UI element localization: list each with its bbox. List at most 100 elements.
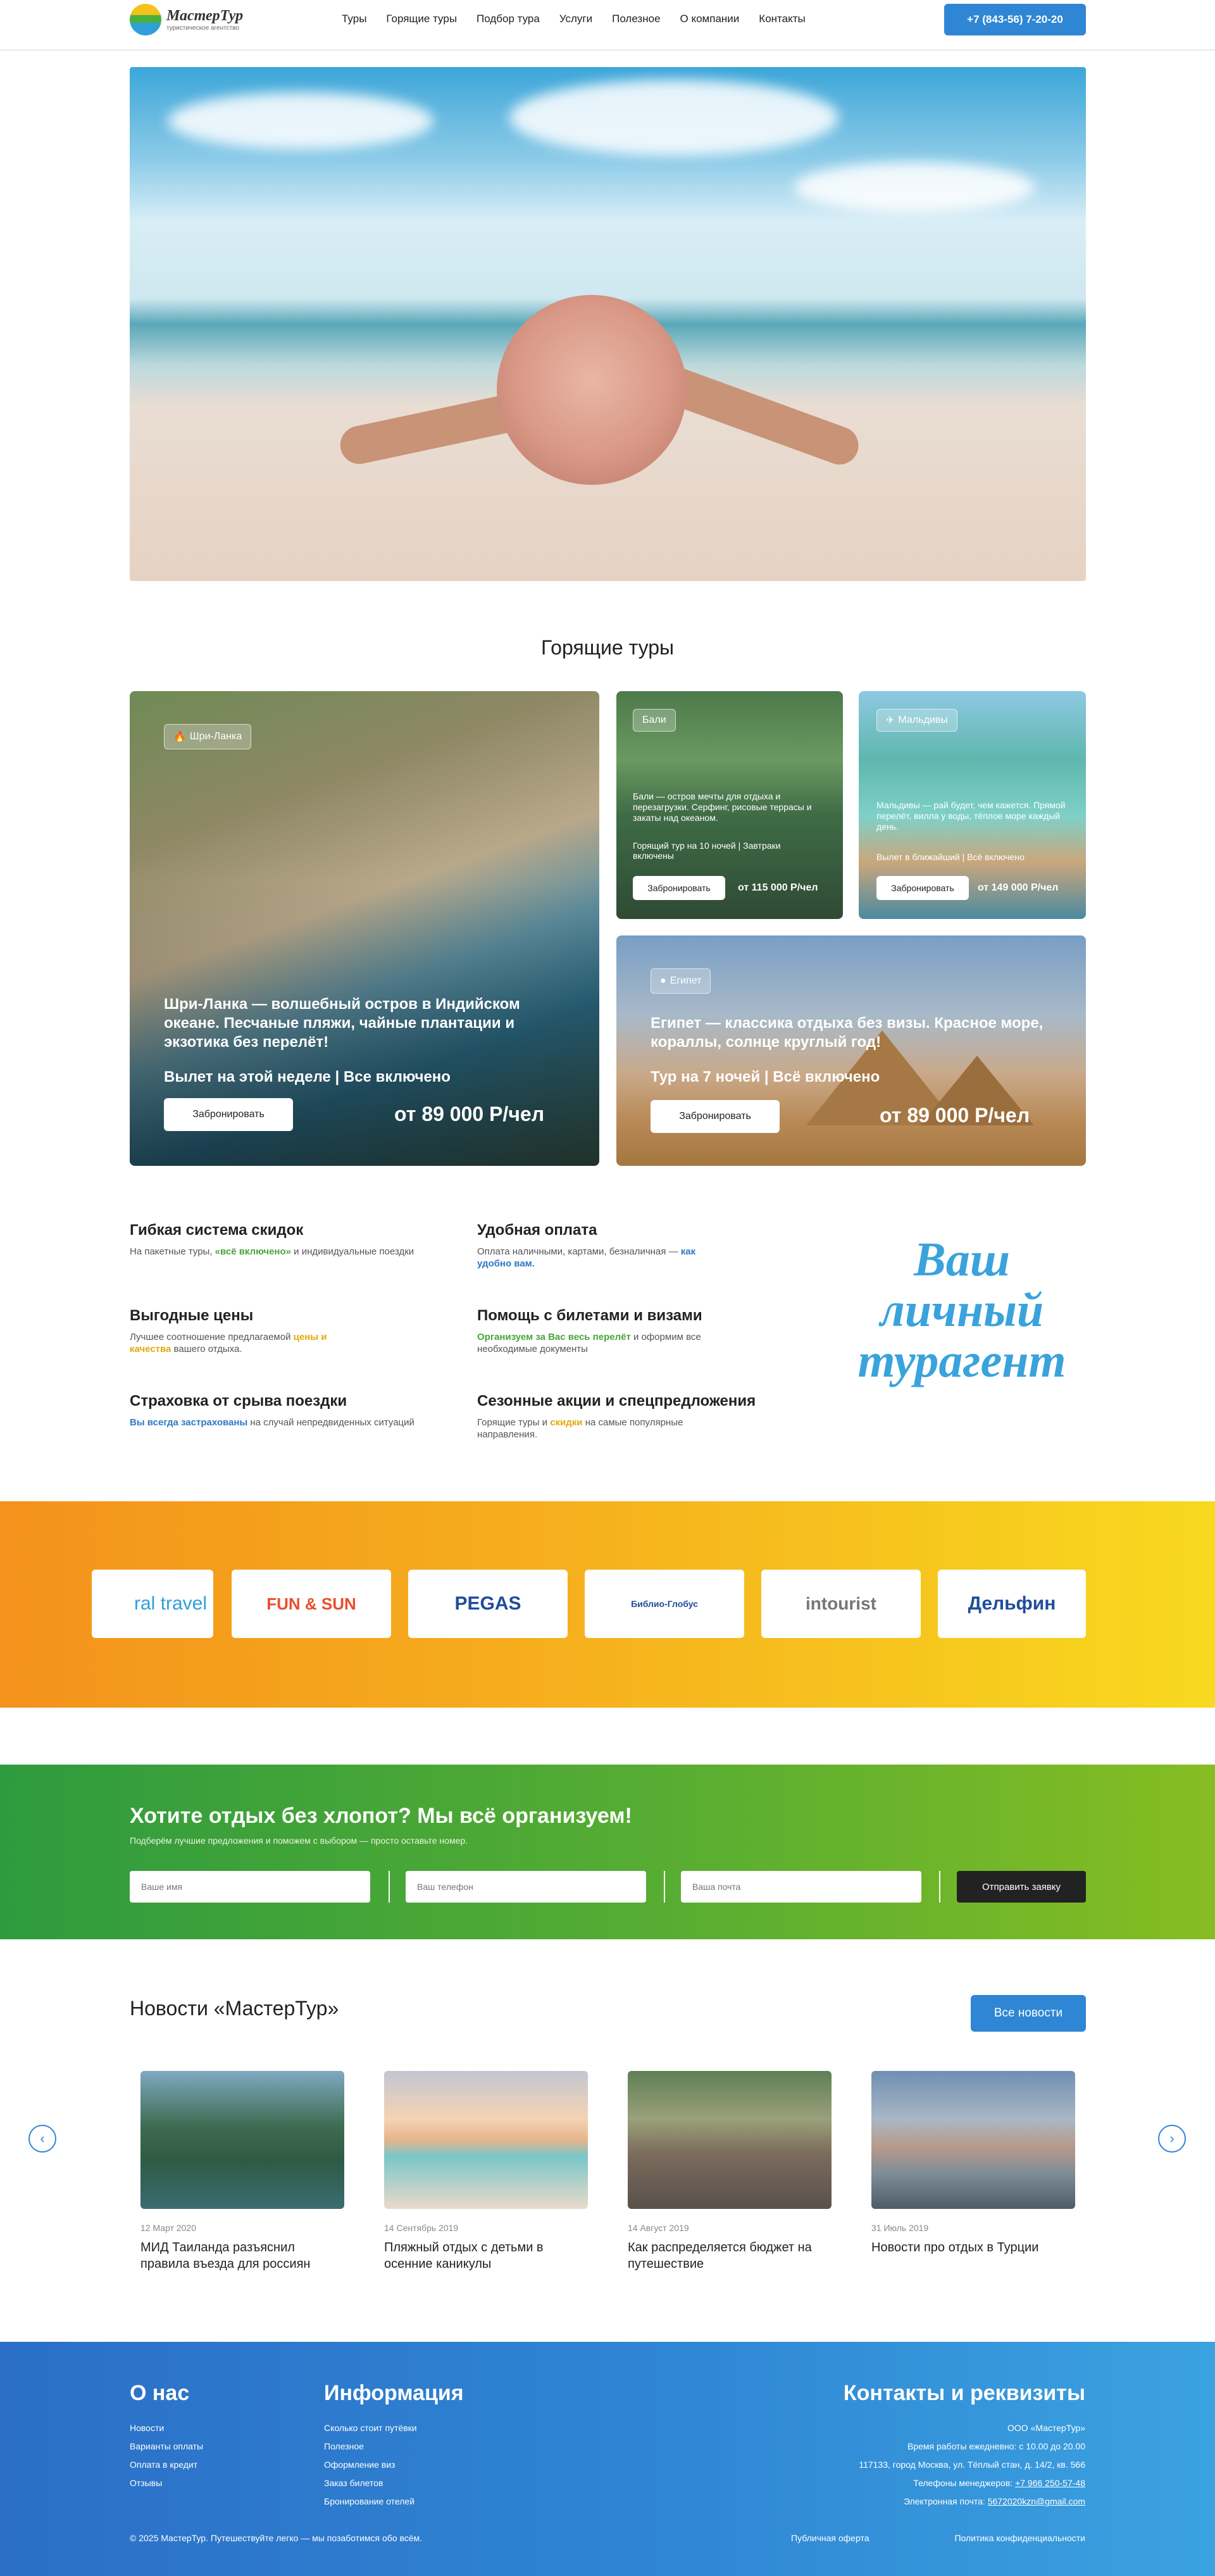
sun-hat-shape xyxy=(497,295,687,485)
footer-link[interactable]: Отзывы xyxy=(130,2474,203,2492)
badge-maldives: ✈ Мальдивы xyxy=(876,709,957,732)
book-button[interactable]: Забронировать xyxy=(651,1100,780,1133)
footer-link[interactable]: Оплата в кредит xyxy=(130,2456,203,2474)
book-button[interactable]: Забронировать xyxy=(164,1098,293,1131)
logo-mark-icon xyxy=(130,4,161,35)
agent-line: турагент xyxy=(857,1334,1066,1387)
nav-item-tours[interactable]: Туры xyxy=(342,13,366,25)
footer-link[interactable]: Полезное xyxy=(324,2437,417,2456)
news-card[interactable]: 31 Июль 2019 Новости про отдых в Турции xyxy=(871,2071,1075,2256)
nav-item-tour-selection[interactable]: Подбор тура xyxy=(477,13,540,25)
arrow-left-icon[interactable]: ‹ xyxy=(28,2125,56,2153)
agent-line: личный xyxy=(880,1284,1044,1337)
feature-highlight: «всё включено» xyxy=(215,1246,291,1257)
footer-info-title: Информация xyxy=(324,2381,464,2405)
name-input[interactable] xyxy=(130,1871,370,1903)
nav-item-useful[interactable]: Полезное xyxy=(612,13,660,25)
feature-text-part: На пакетные туры, xyxy=(130,1246,215,1257)
tour-card-egypt[interactable]: ● Египет Египет — классика отдыха без ви… xyxy=(616,935,1086,1166)
partner-logo[interactable]: Дельфин xyxy=(938,1570,1086,1638)
partners-band: ral travel FUN & SUN PEGAS Библио-Глобус… xyxy=(0,1501,1215,1708)
phone-link[interactable]: +7 966 250-57-48 xyxy=(1015,2478,1085,2488)
feature-text: На пакетные туры, «всё включено» и индив… xyxy=(130,1246,414,1258)
book-button[interactable]: Забронировать xyxy=(876,876,969,900)
nav-item-contacts[interactable]: Контакты xyxy=(759,13,805,25)
badge-bali: Бали xyxy=(633,709,676,732)
badge-label: Бали xyxy=(642,715,666,725)
feature-text: Организуем за Вас весь перелёт и оформим… xyxy=(477,1331,756,1355)
email-input[interactable] xyxy=(681,1871,921,1903)
tour-description: Египет — классика отдыха без визы. Красн… xyxy=(651,1015,1044,1051)
feature-highlight: Организуем за Вас весь перелёт xyxy=(477,1332,631,1342)
logo[interactable]: МастерТур туристическое агентство xyxy=(130,4,243,35)
feature-text-part: вашего отдыха. xyxy=(171,1344,242,1354)
footer-about-title: О нас xyxy=(130,2381,190,2405)
feature-text: Горящие туры и скидки на самые популярны… xyxy=(477,1416,730,1441)
news-title-link[interactable]: Как распределяется бюджет на путешествие xyxy=(628,2239,832,2272)
partner-logo[interactable]: Библио-Глобус xyxy=(585,1570,744,1638)
news-card[interactable]: 12 Март 2020 МИД Таиланда разъяснил прав… xyxy=(140,2071,344,2272)
badge-srilanka: 🔥 Шри-Ланка xyxy=(164,724,252,749)
feature-text-part: на случай непредвиденных ситуаций xyxy=(247,1417,414,1428)
nav-item-about[interactable]: О компании xyxy=(680,13,740,25)
news-title-link[interactable]: МИД Таиланда разъяснил правила въезда дл… xyxy=(140,2239,344,2272)
news-date: 14 Сентябрь 2019 xyxy=(384,2223,459,2233)
partner-logo[interactable]: ral travel xyxy=(92,1570,213,1638)
feature-title: Удобная оплата xyxy=(477,1222,597,1239)
phone-button[interactable]: +7 (843-56) 7-20-20 xyxy=(944,4,1086,35)
news-title: Новости «МастерТур» xyxy=(130,1997,339,2020)
tour-price: от 89 000 Р/чел xyxy=(880,1104,1030,1127)
company-name: ООО «МастерТур» xyxy=(1007,2423,1085,2433)
tour-meta: Вылет в ближайший | Всё включено xyxy=(876,852,1025,862)
partner-logo[interactable]: PEGAS xyxy=(408,1570,568,1638)
all-news-button[interactable]: Все новости xyxy=(971,1995,1086,2032)
logo-name: МастерТур xyxy=(166,8,244,24)
divider xyxy=(939,1871,940,1903)
partner-logo[interactable]: FUN & SUN xyxy=(232,1570,391,1638)
partner-logo[interactable]: intourist xyxy=(761,1570,921,1638)
email-label: Электронная почта: xyxy=(903,2496,988,2506)
footer-contacts: ООО «МастерТур» Время работы ежедневно: … xyxy=(859,2419,1085,2511)
hero-image xyxy=(130,67,1086,581)
send-request-button[interactable]: Отправить заявку xyxy=(957,1871,1086,1903)
privacy-policy-link[interactable]: Политика конфиденциальности xyxy=(954,2533,1085,2543)
footer-link[interactable]: Варианты оплаты xyxy=(130,2437,203,2456)
tour-card-bali[interactable]: Бали Бали — остров мечты для отдыха и пе… xyxy=(616,691,843,919)
news-card[interactable]: 14 Август 2019 Как распределяется бюджет… xyxy=(628,2071,832,2272)
tour-card-maldives[interactable]: ✈ Мальдивы Мальдивы — рай будет, чем каж… xyxy=(859,691,1086,919)
plane-icon: ✈ xyxy=(886,715,895,726)
email-row: Электронная почта: 5672020kzn@gmail.com xyxy=(859,2492,1085,2511)
email-link[interactable]: 5672020kzn@gmail.com xyxy=(988,2496,1085,2506)
agent-line: Ваш xyxy=(914,1233,1010,1286)
footer-link[interactable]: Новости xyxy=(130,2419,203,2437)
feature-text-part: и индивидуальные поездки xyxy=(291,1246,414,1257)
feature-text-part: Лучшее соотношение предлагаемой xyxy=(130,1332,294,1342)
site-footer: О нас Новости Варианты оплаты Оплата в к… xyxy=(0,2342,1215,2576)
phone-input[interactable] xyxy=(406,1871,646,1903)
public-offer-link[interactable]: Публичная оферта xyxy=(791,2533,869,2543)
nav-item-services[interactable]: Услуги xyxy=(559,13,592,25)
arrow-right-icon[interactable]: › xyxy=(1158,2125,1186,2153)
book-button[interactable]: Забронировать xyxy=(633,876,725,900)
logo-subtitle: туристическое агентство xyxy=(166,25,239,32)
news-image xyxy=(384,2071,588,2209)
nav-item-hot-tours[interactable]: Горящие туры xyxy=(386,13,457,25)
news-card[interactable]: 14 Сентябрь 2019 Пляжный отдых с детьми … xyxy=(384,2071,588,2272)
footer-link[interactable]: Заказ билетов xyxy=(324,2474,417,2492)
feature-text: Оплата наличными, картами, безналичная —… xyxy=(477,1246,730,1270)
footer-about-links: Новости Варианты оплаты Оплата в кредит … xyxy=(130,2419,203,2492)
news-title-link[interactable]: Пляжный отдых с детьми в осенние каникул… xyxy=(384,2239,588,2272)
tour-price: от 115 000 Р/чел xyxy=(738,882,818,893)
news-date: 14 Август 2019 xyxy=(628,2223,689,2233)
feature-title: Страховка от срыва поездки xyxy=(130,1392,347,1410)
footer-link[interactable]: Сколько стоит путёвки xyxy=(324,2419,417,2437)
footer-link[interactable]: Бронирование отелей xyxy=(324,2492,417,2511)
news-title-link[interactable]: Новости про отдых в Турции xyxy=(871,2239,1075,2256)
phones-row: Телефоны менеджеров: +7 966 250-57-48 xyxy=(859,2474,1085,2492)
footer-link[interactable]: Оформление виз xyxy=(324,2456,417,2474)
feature-text: Лучшее соотношение предлагаемой цены и к… xyxy=(130,1331,370,1355)
footer-contacts-title: Контакты и реквизиты xyxy=(843,2381,1085,2405)
tour-price: от 89 000 Р/чел xyxy=(394,1103,545,1125)
tour-card-srilanka[interactable]: 🔥 Шри-Ланка Шри-Ланка — волшебный остров… xyxy=(130,691,599,1166)
tour-meta: Тур на 7 ночей | Всё включено xyxy=(651,1068,880,1085)
